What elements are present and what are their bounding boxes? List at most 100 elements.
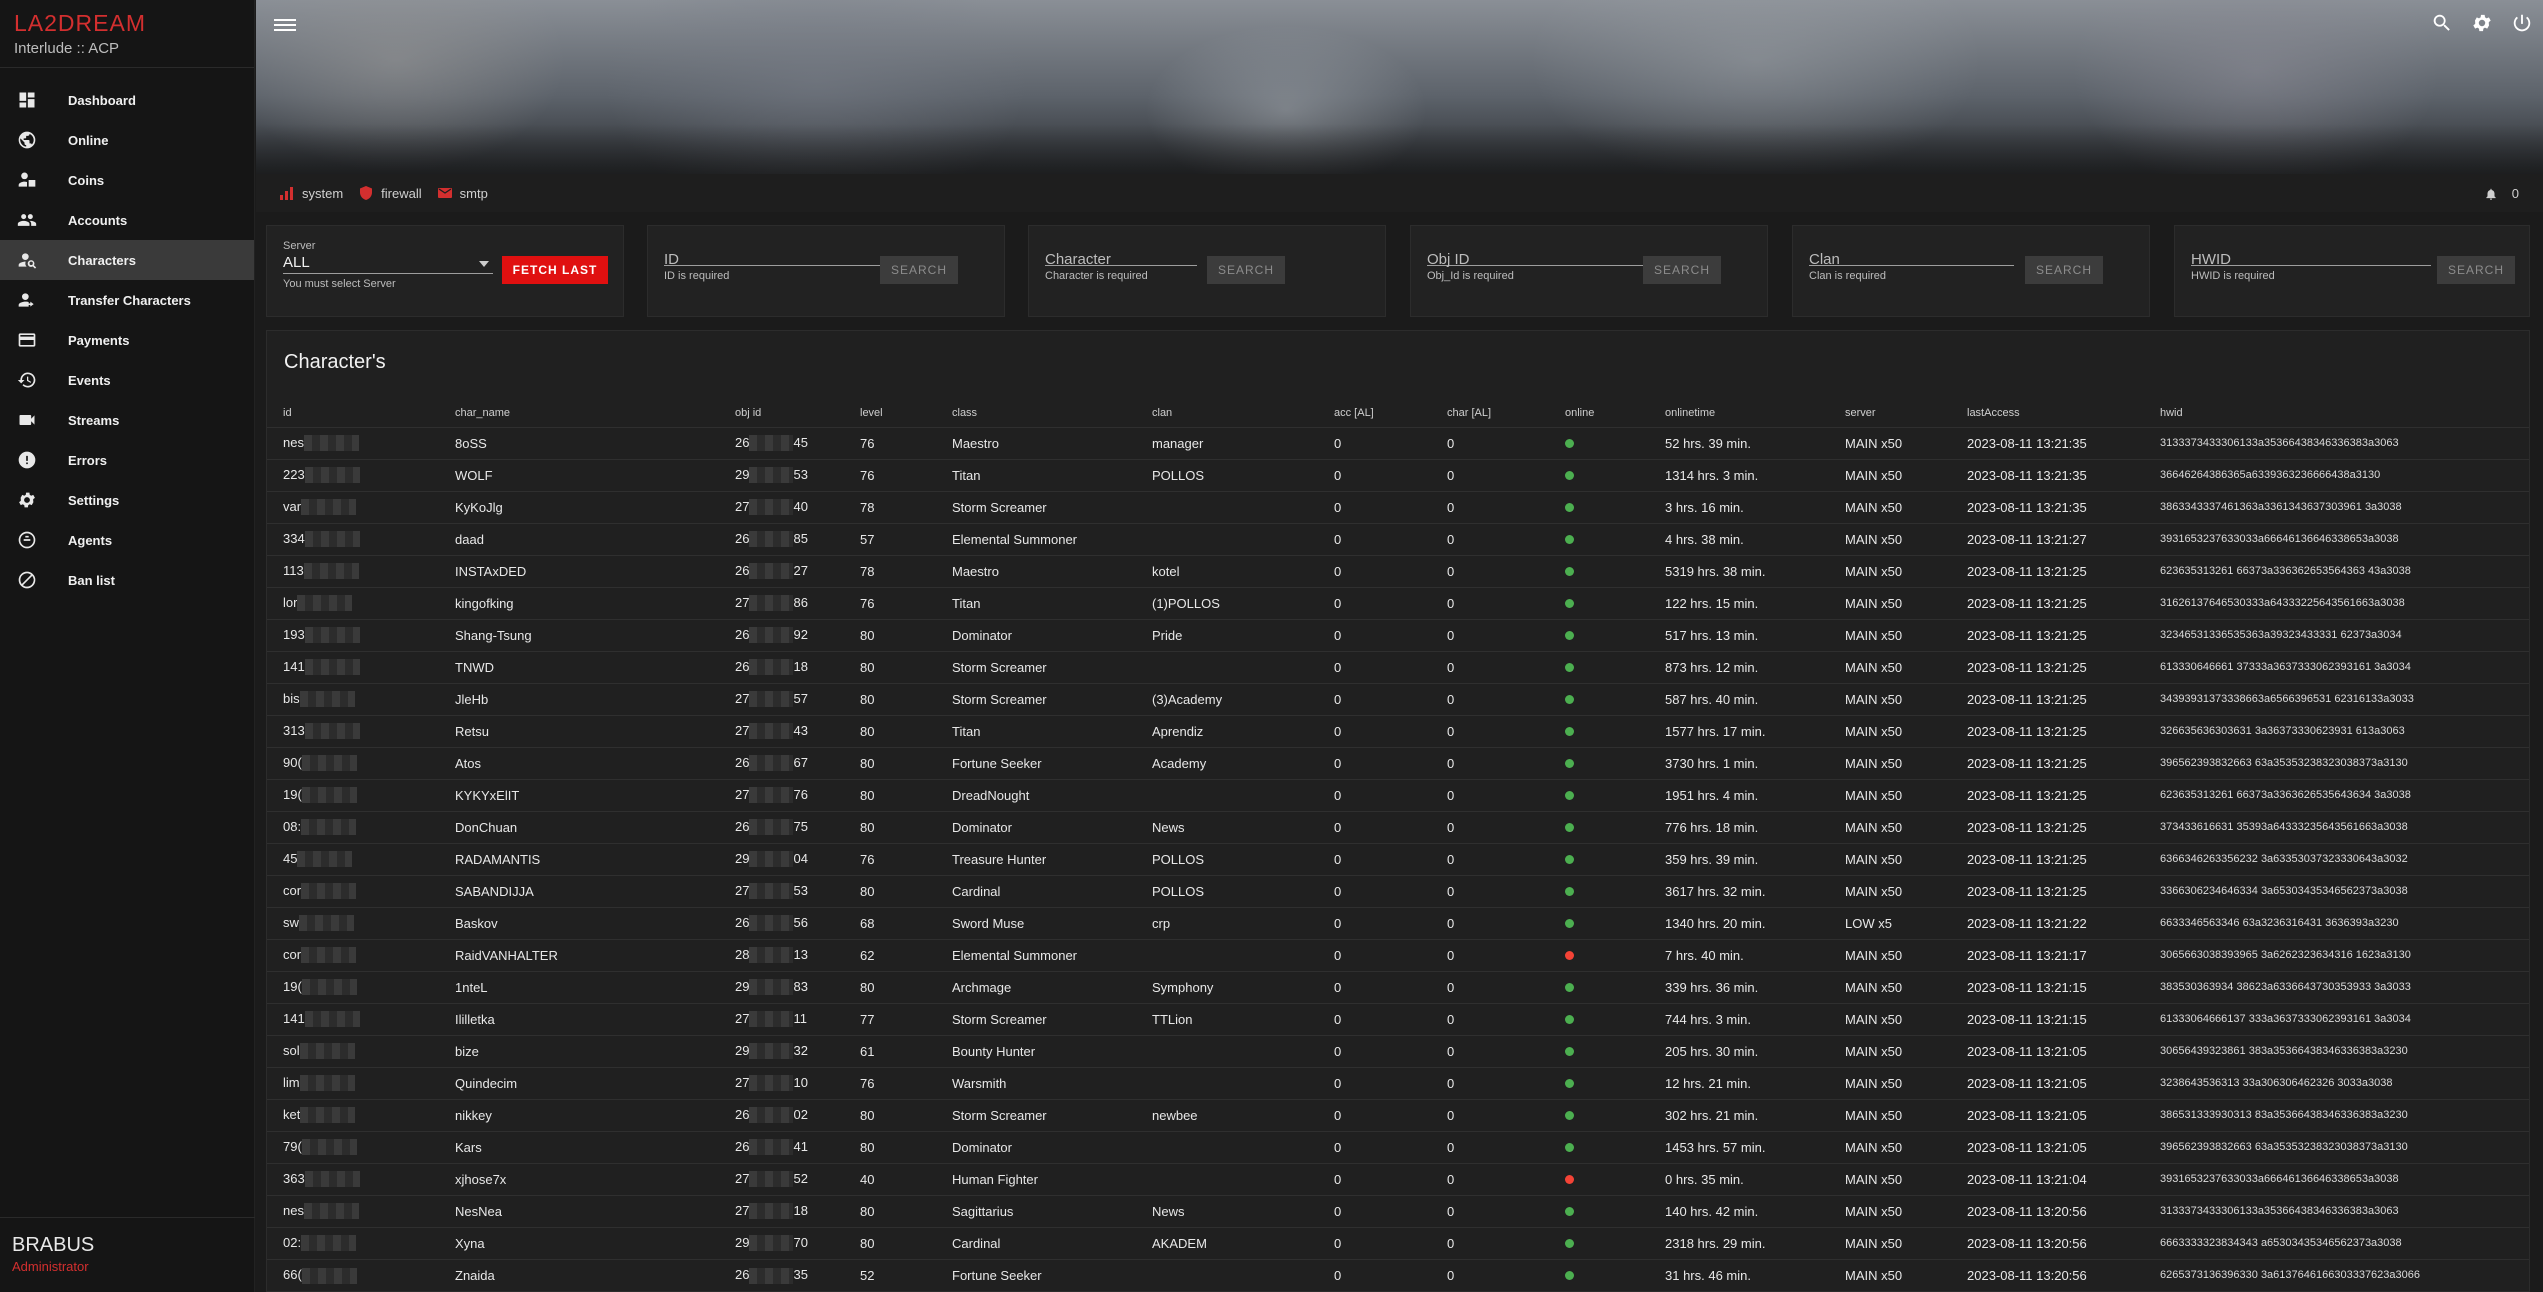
column-header[interactable]: hwid [2144,399,2529,427]
sidebar-item-label: Payments [68,332,130,348]
cell-class: Elemental Summoner [936,938,1136,971]
sidebar-item-agents[interactable]: Agents [0,520,254,560]
brand: LA2DREAM Interlude :: ACP [0,0,254,68]
cell-acc: 0 [1318,1002,1431,1035]
table-row[interactable]: cor RaidVANHALTER 28 13 62 Elemental Summoner… [267,938,2529,971]
server-select[interactable]: ALL [283,254,493,274]
table-row[interactable]: 02: Xyna 29 70 80 Cardinal AKADEM 0 0 2318 hrs. 2… [267,1226,2529,1259]
fetch-last-button[interactable]: FETCH LAST [502,256,608,284]
table-row[interactable]: 141 Ililletka 27 11 77 Storm Screamer TTLion 0 0… [267,1002,2529,1035]
id-visible: 19( [283,978,302,994]
table-row[interactable]: 223 WOLF 29 53 76 Titan POLLOS 0 0 1314 hrs. 3 mi… [267,458,2529,491]
table-row[interactable]: var KyKoJlg 27 40 78 Storm Screamer 0 0 3 hrs. 1… [267,490,2529,523]
cell-level: 68 [844,906,936,939]
cell-online [1549,970,1649,1003]
table-row[interactable]: 79(Kars 26 41 80 Dominator 0 0 1453 hrs. 57 min… [267,1130,2529,1163]
power-icon[interactable] [2509,10,2535,36]
table-row[interactable]: 19(1nteL 29 83 80 Archmage Symphony 0 0 339 hrs.… [267,970,2529,1003]
column-header[interactable]: obj id [719,399,844,427]
column-header[interactable]: server [1829,399,1951,427]
column-header[interactable]: online [1549,399,1649,427]
obj-id-suffix: 75 [793,818,808,834]
column-header[interactable]: char_name [439,399,719,427]
error-icon [16,449,38,471]
cell-last: 2023-08-11 13:21:25 [1951,810,2144,843]
table-row[interactable]: nes 8oSS 26 45 76 Maestro manager 0 0 52 hrs. 39 … [267,426,2529,459]
cell-level: 76 [844,458,936,491]
sidebar-item-coins[interactable]: Coins [0,160,254,200]
clan-input[interactable]: Clan [1809,240,2014,267]
cell-hwid: 61333064666137 333a3637333062393161 3a30… [2144,1002,2529,1035]
table-row[interactable]: 193 Shang-Tsung 26 92 80 Dominator Pride 0 0 517 … [267,618,2529,651]
table-row[interactable]: bis JleHb 27 57 80 Storm Screamer (3)Academy 0 0… [267,682,2529,715]
clan-search-button[interactable]: SEARCH [2025,256,2103,284]
column-header[interactable]: char [AL] [1431,399,1549,427]
cell-level: 77 [844,1002,936,1035]
table-row[interactable]: lor kingofking 27 86 76 Titan (1)POLLOS 0 0 122 h… [267,586,2529,619]
table-row[interactable]: 141 TNWD 26 18 80 Storm Screamer 0 0 873 hrs. 12… [267,650,2529,683]
cell-server: MAIN x50 [1829,458,1951,491]
table-row[interactable]: 334 daad 26 85 57 Elemental Summoner 0 0 4 hrs. … [267,522,2529,555]
server-label: Server [283,240,316,252]
sidebar-item-online[interactable]: Online [0,120,254,160]
obj-id-prefix: 29 [735,466,750,482]
obj-id-prefix: 26 [735,626,750,642]
sidebar-item-transfer-characters[interactable]: Transfer Characters [0,280,254,320]
search-icon[interactable] [2429,10,2455,36]
column-header[interactable]: acc [AL] [1318,399,1431,427]
column-header[interactable]: level [844,399,936,427]
cell-server: MAIN x50 [1829,810,1951,843]
sidebar-item-characters[interactable]: Characters [0,240,254,280]
sidebar-item-events[interactable]: Events [0,360,254,400]
table-row[interactable]: nes NesNea 27 18 80 Sagittarius News 0 0 140 hrs.… [267,1194,2529,1227]
table-row[interactable]: 113 INSTAxDED 26 27 78 Maestro kotel 0 0 5319 hrs… [267,554,2529,587]
online-dot-icon [1565,822,1574,832]
table-row[interactable]: 90(Atos 26 67 80 Fortune Seeker Academy 0 0 3730… [267,746,2529,779]
menu-icon[interactable] [274,16,296,38]
cell-last: 2023-08-11 13:21:35 [1951,426,2144,459]
table-row[interactable]: sw Baskov 26 56 68 Sword Muse crp 0 0 1340 hrs. 2… [267,906,2529,939]
cell-obj-id: 29 70 [719,1226,844,1259]
cell-last: 2023-08-11 13:21:05 [1951,1130,2144,1163]
sidebar-item-ban-list[interactable]: Ban list [0,560,254,600]
table-row[interactable]: ket nikkey 26 02 80 Storm Screamer newbee 0 0 302… [267,1098,2529,1131]
table-row[interactable]: 363 xjhose7x 27 52 40 Human Fighter 0 0 0 hrs. 3… [267,1162,2529,1195]
column-header[interactable]: onlinetime [1649,399,1829,427]
sidebar-item-errors[interactable]: Errors [0,440,254,480]
redacted-block [301,979,357,996]
column-header[interactable]: lastAccess [1951,399,2144,427]
character-search-button[interactable]: SEARCH [1207,256,1285,284]
cell-acc: 0 [1318,458,1431,491]
sidebar-item-accounts[interactable]: Accounts [0,200,254,240]
obj-id-input[interactable]: Obj ID [1427,240,1647,267]
sidebar-item-dashboard[interactable]: Dashboard [0,80,254,120]
column-header[interactable]: id [267,399,439,427]
table-row[interactable]: 45 RADAMANTIS 29 04 76 Treasure Hunter POLLOS 0… [267,842,2529,875]
sidebar-item-settings[interactable]: Settings [0,480,254,520]
sidebar-item-payments[interactable]: Payments [0,320,254,360]
id-search-button[interactable]: SEARCH [880,256,958,284]
cell-char: 0 [1431,842,1549,875]
column-header[interactable]: clan [1136,399,1318,427]
brand-title[interactable]: LA2DREAM [14,10,240,36]
cell-class: Storm Screamer [936,1002,1136,1035]
table-row[interactable]: sol bize 29 32 61 Bounty Hunter 0 0 205 hrs. 30 … [267,1034,2529,1067]
table-row[interactable]: lim Quindecim 27 10 76 Warsmith 0 0 12 hrs. 21 m… [267,1066,2529,1099]
hwid-search-button[interactable]: SEARCH [2437,256,2515,284]
obj-id-search-button[interactable]: SEARCH [1643,256,1721,284]
column-header[interactable]: class [936,399,1136,427]
gear-icon[interactable] [2469,10,2495,36]
cell-clan: newbee [1136,1098,1318,1131]
notifications[interactable]: 0 [2484,186,2519,201]
id-input[interactable]: ID [664,240,884,267]
table-row[interactable]: cor SABANDIJJA 27 53 80 Cardinal POLLOS 0 0 3617 … [267,874,2529,907]
table-row[interactable]: 66(Znaida 26 35 52 Fortune Seeker 0 0 31 hrs. 4… [267,1258,2529,1291]
table-row[interactable]: 19(KYKYxElIT 27 76 80 DreadNought 0 0 1951 hrs.… [267,778,2529,811]
sidebar-item-streams[interactable]: Streams [0,400,254,440]
redacted-block [749,1043,794,1060]
hwid-input[interactable]: HWID [2191,240,2431,267]
character-input[interactable]: Character [1045,240,1197,267]
table-row[interactable]: 313 Retsu 27 43 80 Titan Aprendiz 0 0 1577 hrs. 1… [267,714,2529,747]
table-row[interactable]: 08: DonChuan 26 75 80 Dominator News 0 0 776 hrs.… [267,810,2529,843]
ban-icon [16,569,38,591]
